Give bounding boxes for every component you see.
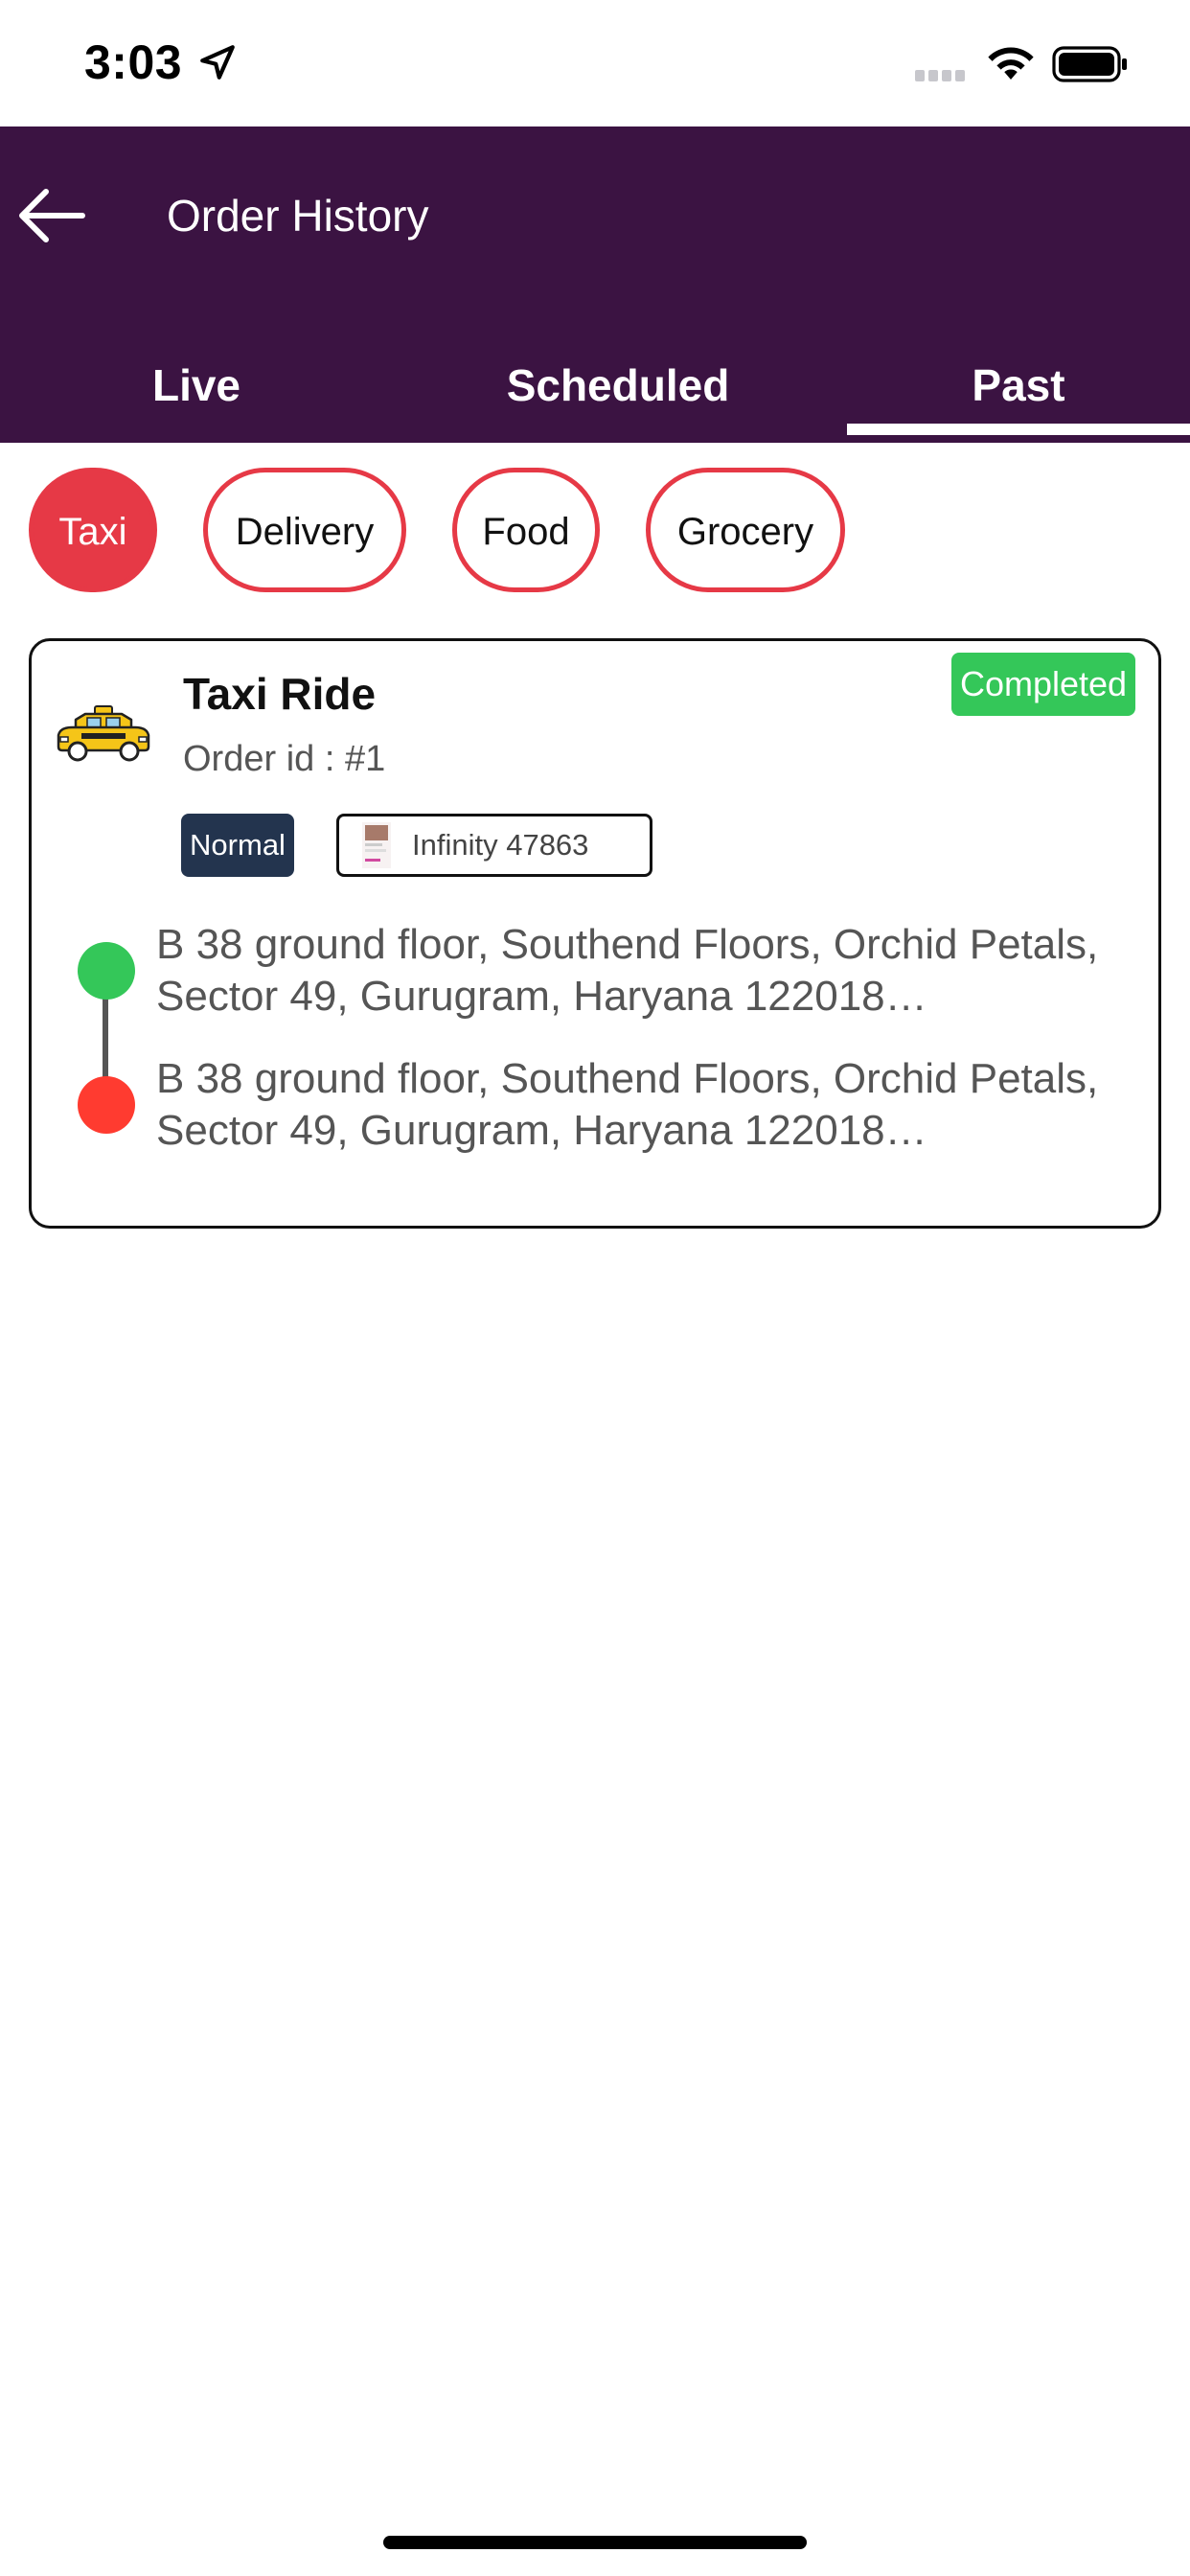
battery-icon: [1052, 46, 1127, 82]
vehicle-tag: Infinity 47863: [336, 814, 652, 877]
app-header: Order History Live Scheduled Past: [0, 126, 1190, 443]
vehicle-name: Infinity 47863: [412, 828, 589, 862]
status-bar: 3:03: [0, 0, 1190, 126]
status-badge: Completed: [951, 653, 1135, 716]
ride-type-badge: Normal: [181, 814, 294, 877]
drop-address: B 38 ground floor, Southend Floors, Orch…: [156, 1055, 1099, 1154]
wifi-icon: [988, 47, 1034, 80]
tab-scheduled[interactable]: Scheduled: [422, 337, 814, 443]
home-indicator: [383, 2536, 807, 2549]
order-id: Order id : #1: [183, 739, 386, 779]
tab-live[interactable]: Live: [0, 337, 393, 443]
back-arrow-icon[interactable]: [13, 182, 90, 249]
filter-chip-delivery[interactable]: Delivery: [203, 468, 406, 592]
location-arrow-icon: [200, 45, 235, 80]
order-card[interactable]: Taxi Ride Order id : #1 Completed Normal…: [29, 638, 1161, 1229]
selected-tab-indicator: [847, 424, 1190, 435]
filter-chip-taxi[interactable]: Taxi: [29, 468, 157, 592]
page-title: Order History: [167, 191, 429, 241]
vehicle-thumbnail: [362, 822, 391, 868]
cellular-signal-icon: [915, 69, 971, 82]
order-service-title: Taxi Ride: [183, 669, 377, 719]
pickup-marker-icon: [78, 942, 135, 1000]
taxi-icon: [57, 705, 150, 762]
filter-chip-grocery[interactable]: Grocery: [646, 468, 845, 592]
status-time: 3:03: [84, 35, 183, 89]
filter-chip-food[interactable]: Food: [452, 468, 600, 592]
pickup-address: B 38 ground floor, Southend Floors, Orch…: [156, 921, 1099, 1020]
drop-marker-icon: [78, 1076, 135, 1134]
route: B 38 ground floor, Southend Floors, Orch…: [78, 919, 1141, 1168]
